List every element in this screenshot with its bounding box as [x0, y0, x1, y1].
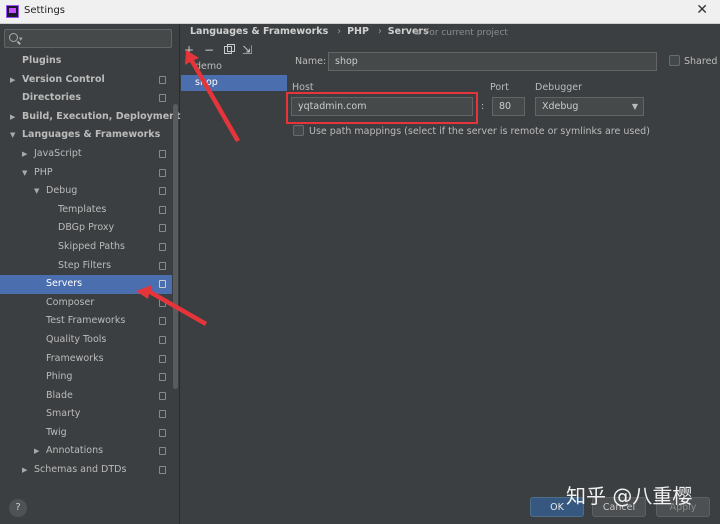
chevron-right-icon: ▶	[10, 112, 16, 121]
project-scope-icon	[159, 466, 166, 475]
project-scope-icon	[159, 205, 166, 214]
tree-item-composer[interactable]: Composer	[0, 294, 172, 313]
port-label: Port	[490, 82, 509, 93]
chevron-down-icon: ▾	[19, 35, 23, 43]
path-mappings-checkbox[interactable]	[293, 125, 304, 136]
project-scope-icon	[159, 298, 166, 307]
chevron-right-icon: ▶	[22, 149, 28, 158]
tree-item-templates[interactable]: Templates	[0, 201, 172, 220]
shared-checkbox[interactable]	[669, 55, 680, 66]
help-button[interactable]: ?	[9, 499, 27, 517]
project-scope-icon	[159, 242, 166, 251]
project-scope-icon	[159, 75, 166, 84]
breadcrumb-separator: ›	[337, 26, 342, 37]
tree-item-languages[interactable]: ▼ Languages & Frameworks	[0, 126, 172, 145]
tree-item-quality-tools[interactable]: Quality Tools	[0, 331, 172, 350]
breadcrumb-item: Languages & Frameworks	[190, 26, 329, 37]
tree-item-javascript[interactable]: ▶ JavaScript	[0, 145, 172, 164]
project-scope-icon	[159, 261, 166, 270]
tree-item-test-frameworks[interactable]: Test Frameworks	[0, 312, 172, 331]
search-icon	[9, 33, 18, 42]
add-icon[interactable]: +	[182, 43, 196, 57]
tree-item-php[interactable]: ▼ PHP	[0, 164, 172, 183]
settings-search-input[interactable]: ▾	[4, 29, 172, 48]
debugger-selected-value: Xdebug	[542, 101, 579, 112]
tree-item-step-filters[interactable]: Step Filters	[0, 257, 172, 276]
sidebar-scrollbar[interactable]	[173, 104, 178, 389]
project-scope-icon	[159, 224, 166, 233]
server-item-shop[interactable]: shop	[181, 75, 287, 91]
shared-label: Shared	[684, 56, 718, 67]
server-list: demo shop	[181, 59, 287, 499]
chevron-down-icon: ▼	[631, 102, 638, 111]
breadcrumb-item: PHP	[347, 26, 369, 37]
tree-item-dbgp-proxy[interactable]: DBGp Proxy	[0, 219, 172, 238]
chevron-down-icon: ▼	[34, 187, 40, 196]
port-separator: :	[481, 101, 485, 112]
project-scope-icon	[159, 391, 166, 400]
tree-item-blade[interactable]: Blade	[0, 387, 172, 406]
settings-tree: Plugins ▶ Version Control Directories ▶ Bu…	[0, 52, 180, 480]
project-scope-icon	[159, 280, 166, 289]
project-scope-icon	[159, 317, 166, 326]
tree-item-build[interactable]: ▶ Build, Execution, Deployment	[0, 108, 180, 127]
chevron-right-icon: ▶	[22, 466, 28, 475]
debugger-label: Debugger	[535, 82, 583, 93]
project-scope-icon	[159, 373, 166, 382]
project-scope-icon	[159, 168, 166, 177]
tree-item-phing[interactable]: Phing	[0, 368, 172, 387]
settings-sidebar: ▾ Plugins ▶ Version Control Directories ▶…	[0, 24, 180, 524]
path-mappings-label: Use path mappings (select if the server …	[309, 126, 650, 137]
debugger-select[interactable]: Xdebug ▼	[535, 97, 644, 116]
scope-label: ⧉ For current project	[414, 28, 508, 38]
tree-item-version-control[interactable]: ▶ Version Control	[0, 71, 172, 90]
annotation-highlight-box	[286, 92, 478, 124]
project-scope-icon	[159, 410, 166, 419]
project-scope-icon	[159, 447, 166, 456]
port-field[interactable]: 80	[492, 97, 525, 116]
tree-item-debug[interactable]: ▼ Debug	[0, 182, 172, 201]
project-scope-icon	[159, 94, 166, 103]
project-scope-icon	[159, 187, 166, 196]
close-icon[interactable]: ✕	[696, 2, 708, 18]
project-scope-icon	[159, 335, 166, 344]
chevron-right-icon: ▶	[34, 447, 40, 456]
name-label: Name:	[295, 56, 327, 67]
import-icon[interactable]: ⇲	[240, 43, 254, 57]
remove-icon[interactable]: −	[202, 43, 216, 57]
breadcrumb-separator: ›	[377, 26, 382, 37]
project-scope-icon: ⧉	[414, 28, 421, 38]
tree-item-schemas[interactable]: ▶ Schemas and DTDs	[0, 461, 172, 480]
breadcrumb: Languages & Frameworks › PHP › Servers	[190, 26, 432, 42]
chevron-down-icon: ▼	[10, 131, 16, 140]
phpstorm-icon	[6, 5, 19, 18]
tree-item-directories[interactable]: Directories	[0, 89, 172, 108]
project-scope-icon	[159, 428, 166, 437]
tree-item-plugins[interactable]: Plugins	[0, 52, 172, 71]
tree-item-frameworks[interactable]: Frameworks	[0, 350, 172, 369]
project-scope-icon	[159, 354, 166, 363]
tree-item-annotations[interactable]: ▶ Annotations	[0, 442, 172, 461]
tree-item-skipped-paths[interactable]: Skipped Paths	[0, 238, 172, 257]
title-bar: Settings ✕	[0, 0, 720, 24]
tree-item-twig[interactable]: Twig	[0, 424, 172, 443]
copy-icon[interactable]	[222, 43, 236, 57]
chevron-down-icon: ▼	[22, 168, 28, 177]
window-title: Settings	[24, 5, 66, 16]
chevron-right-icon: ▶	[10, 75, 16, 84]
project-scope-icon	[159, 149, 166, 158]
tree-item-servers[interactable]: Servers	[0, 275, 172, 294]
name-field[interactable]: shop	[328, 52, 657, 71]
tree-item-smarty[interactable]: Smarty	[0, 405, 172, 424]
server-item-demo[interactable]: demo	[181, 59, 287, 75]
watermark: 知乎 @八重樱	[566, 484, 693, 508]
